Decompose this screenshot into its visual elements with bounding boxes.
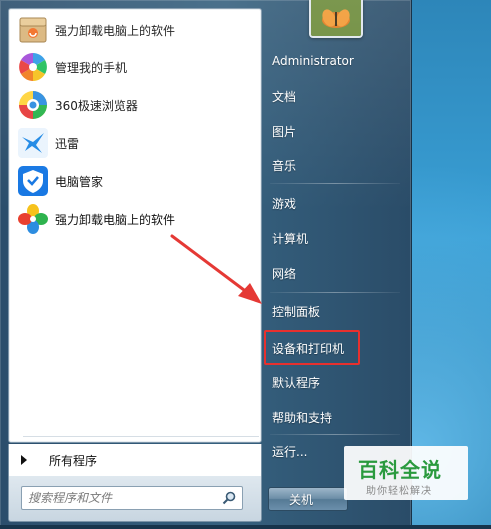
watermark-title: 百科全说 xyxy=(358,458,442,482)
watermark-subtitle: 助你轻松解决 xyxy=(366,486,432,497)
taskbar xyxy=(0,525,491,529)
watermark-logo: 百科全说 助你轻松解决 xyxy=(344,446,468,500)
